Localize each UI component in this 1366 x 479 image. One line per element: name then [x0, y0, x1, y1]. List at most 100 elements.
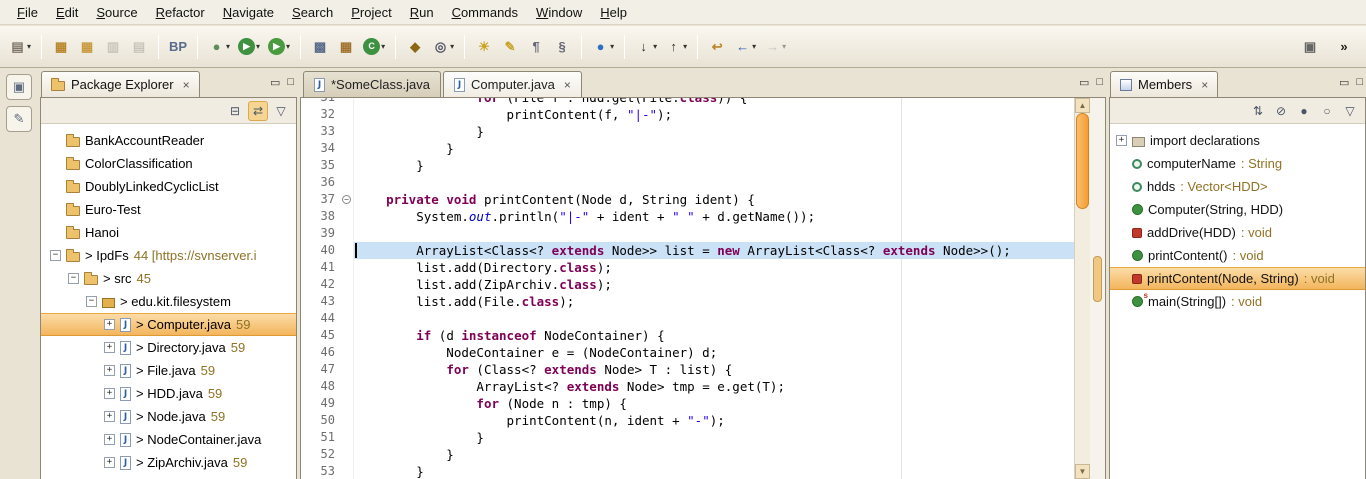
annotation-ruler[interactable]: [301, 276, 313, 293]
annotation-ruler[interactable]: [301, 412, 313, 429]
code-text[interactable]: }: [354, 157, 1074, 174]
annotation-ruler[interactable]: [301, 293, 313, 310]
code-text[interactable]: [354, 225, 1074, 242]
expand-expander-icon[interactable]: +: [104, 319, 115, 330]
dropdown-arrow-icon[interactable]: ▾: [653, 42, 657, 51]
open-resource-button[interactable]: ▦: [75, 34, 99, 60]
editor-tab[interactable]: J*SomeClass.java: [303, 71, 441, 97]
annotation-ruler[interactable]: [301, 242, 313, 259]
expand-expander-icon[interactable]: +: [104, 388, 115, 399]
dropdown-arrow-icon[interactable]: ▾: [27, 42, 31, 51]
build-button[interactable]: BP: [166, 34, 190, 60]
tree-item[interactable]: −> IpdFs44 [https://svnserver.i: [41, 244, 296, 267]
overview-ruler[interactable]: [1090, 98, 1105, 479]
forward-button[interactable]: →▾: [761, 34, 789, 60]
tree-item[interactable]: −> edu.kit.filesystem: [41, 290, 296, 313]
dropdown-arrow-icon[interactable]: ▾: [286, 42, 290, 51]
menu-search[interactable]: Search: [283, 2, 342, 23]
java-browsing-button[interactable]: ●▾: [589, 34, 617, 60]
maximize-button[interactable]: □: [1096, 76, 1103, 89]
expand-expander-icon[interactable]: +: [1116, 135, 1127, 146]
tree-item[interactable]: +J> Directory.java59: [41, 336, 296, 359]
code-text[interactable]: list.add(Directory.class);: [354, 259, 1074, 276]
export-jar-button[interactable]: ◆: [403, 34, 427, 60]
tree-item[interactable]: +J> NodeContainer.java: [41, 428, 296, 451]
java-perspective-button[interactable]: ✎: [6, 106, 32, 132]
overview-marker[interactable]: [1093, 256, 1102, 302]
tree-item[interactable]: BankAccountReader: [41, 129, 296, 152]
tree-item[interactable]: DoublyLinkedCyclicList: [41, 175, 296, 198]
toolbar-overflow-button[interactable]: »: [1332, 34, 1356, 60]
hide-fields-button[interactable]: ●: [1294, 101, 1314, 121]
member-item[interactable]: hdds : Vector<HDD>: [1110, 175, 1365, 198]
member-item[interactable]: Computer(String, HDD): [1110, 198, 1365, 221]
editor-tab[interactable]: JComputer.java×: [443, 71, 582, 97]
annotation-ruler[interactable]: [301, 429, 313, 446]
dropdown-arrow-icon[interactable]: ▾: [381, 42, 385, 51]
maximize-button[interactable]: □: [287, 76, 294, 89]
tree-item[interactable]: ColorClassification: [41, 152, 296, 175]
annotation-ruler[interactable]: [301, 191, 313, 208]
menu-window[interactable]: Window: [527, 2, 591, 23]
dropdown-arrow-icon[interactable]: ▾: [683, 42, 687, 51]
hide-non-public-button[interactable]: ○: [1317, 101, 1337, 121]
member-item[interactable]: addDrive(HDD) : void: [1110, 221, 1365, 244]
close-icon[interactable]: ×: [1201, 78, 1208, 92]
expand-expander-icon[interactable]: +: [104, 434, 115, 445]
perspective-open-button[interactable]: ▣: [6, 74, 32, 100]
tree-item[interactable]: Euro-Test: [41, 198, 296, 221]
annotation-ruler[interactable]: [301, 327, 313, 344]
collapse-expander-icon[interactable]: −: [68, 273, 79, 284]
expand-expander-icon[interactable]: +: [104, 411, 115, 422]
code-text[interactable]: for (File f : hdd.get(File.class)) {: [354, 98, 1074, 106]
fold-ruler[interactable]: −: [340, 191, 354, 208]
previous-annotation-button[interactable]: ↑▾: [662, 34, 690, 60]
search-button[interactable]: ☀: [472, 34, 496, 60]
dropdown-arrow-icon[interactable]: ▾: [256, 42, 260, 51]
menu-edit[interactable]: Edit: [47, 2, 87, 23]
menu-help[interactable]: Help: [591, 2, 636, 23]
expand-expander-icon[interactable]: +: [104, 342, 115, 353]
code-text[interactable]: if (d instanceof NodeContainer) {: [354, 327, 1074, 344]
code-text[interactable]: printContent(f, "|-");: [354, 106, 1074, 123]
code-text[interactable]: for (Node n : tmp) {: [354, 395, 1074, 412]
code-text[interactable]: }: [354, 140, 1074, 157]
annotation-ruler[interactable]: [301, 361, 313, 378]
show-whitespace-button[interactable]: ¶: [524, 34, 548, 60]
code-text[interactable]: }: [354, 123, 1074, 140]
expand-expander-icon[interactable]: +: [104, 457, 115, 468]
annotation-ruler[interactable]: [301, 106, 313, 123]
view-menu-button[interactable]: ▽: [271, 101, 291, 121]
code-text[interactable]: printContent(n, ident + "-");: [354, 412, 1074, 429]
annotation-ruler[interactable]: [301, 123, 313, 140]
tree-item[interactable]: +J> ZipArchiv.java59: [41, 451, 296, 474]
member-item[interactable]: +import declarations: [1110, 129, 1365, 152]
tree-item[interactable]: +J> Node.java59: [41, 405, 296, 428]
code-text[interactable]: }: [354, 463, 1074, 479]
new-class-button[interactable]: C▾: [360, 34, 388, 60]
members-tab[interactable]: Members ×: [1110, 71, 1218, 97]
scrollbar-thumb[interactable]: [1076, 113, 1089, 209]
code-text[interactable]: System.out.println("|-" + ident + " " + …: [354, 208, 1074, 225]
menu-refactor[interactable]: Refactor: [147, 2, 214, 23]
annotation-ruler[interactable]: [301, 395, 313, 412]
collapse-expander-icon[interactable]: −: [86, 296, 97, 307]
code-text[interactable]: [354, 174, 1074, 191]
annotation-ruler[interactable]: [301, 225, 313, 242]
mark-occurrences-button[interactable]: ✎: [498, 34, 522, 60]
annotation-ruler[interactable]: [301, 140, 313, 157]
dropdown-arrow-icon[interactable]: ▾: [752, 42, 756, 51]
sort-members-button[interactable]: ⇅: [1248, 101, 1268, 121]
open-type-button[interactable]: ▦: [49, 34, 73, 60]
code-text[interactable]: private void printContent(Node d, String…: [354, 191, 1074, 208]
annotation-ruler[interactable]: [301, 446, 313, 463]
annotation-ruler[interactable]: [301, 378, 313, 395]
code-text[interactable]: for (Class<? extends Node> T : list) {: [354, 361, 1074, 378]
new-wizard-button[interactable]: ▤▾: [6, 34, 34, 60]
member-item[interactable]: smain(String[]) : void: [1110, 290, 1365, 313]
menu-run[interactable]: Run: [401, 2, 443, 23]
dropdown-arrow-icon[interactable]: ▾: [782, 42, 786, 51]
minimize-button[interactable]: ▭: [1079, 76, 1089, 89]
tree-item[interactable]: +J> HDD.java59: [41, 382, 296, 405]
code-text[interactable]: ArrayList<Class<? extends Node>> list = …: [354, 242, 1074, 259]
